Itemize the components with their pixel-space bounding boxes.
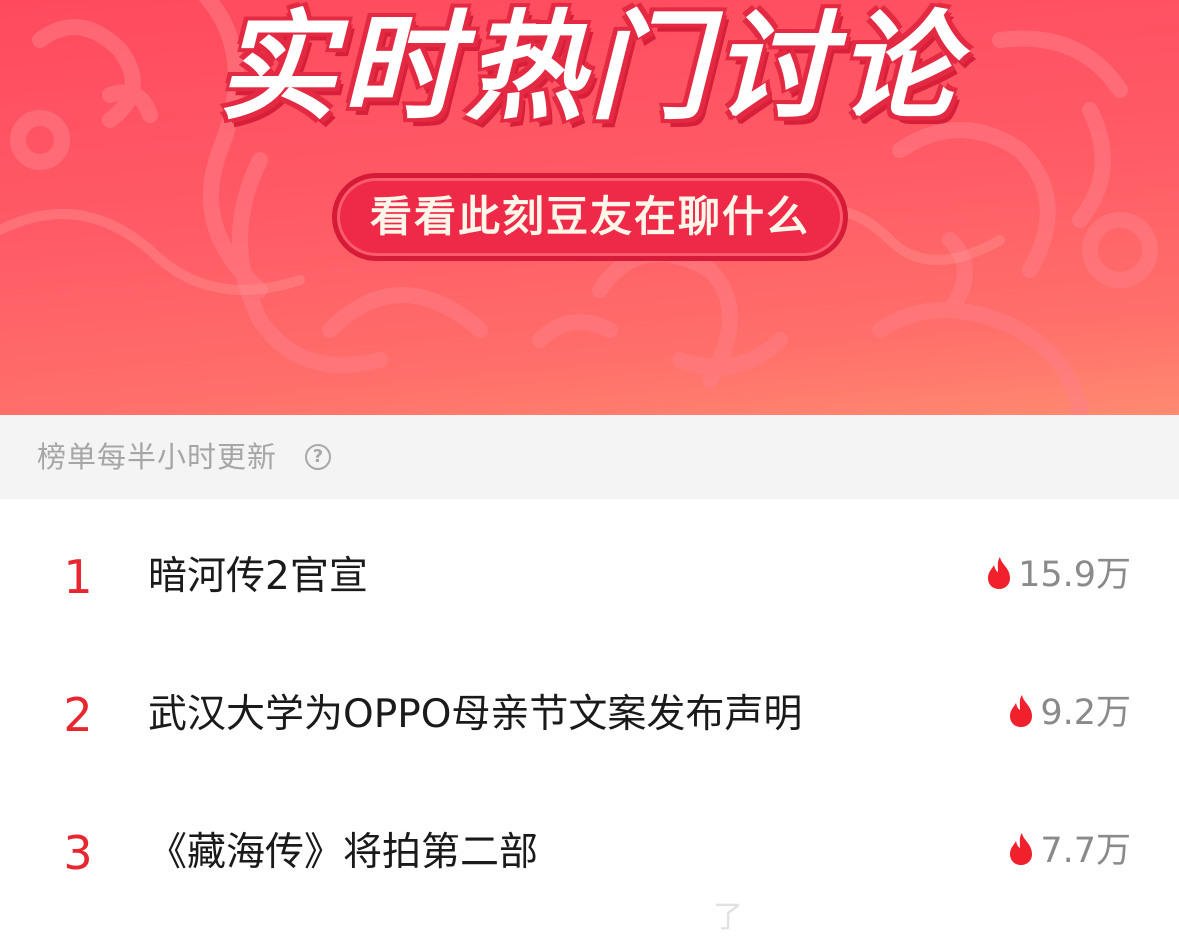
help-icon[interactable]: ? xyxy=(305,444,331,470)
topic-title[interactable]: 《藏海传》将拍第二部 xyxy=(148,823,538,883)
rank-number: 3 xyxy=(63,826,93,880)
banner-title: 实时热门讨论 xyxy=(217,0,962,136)
update-frequency-text: 榜单每半小时更新 xyxy=(37,440,278,474)
heat-value: 15.9万 xyxy=(1018,555,1131,595)
hero-banner: 实时热门讨论 看看此刻豆友在聊什么 xyxy=(0,0,1179,415)
fire-icon xyxy=(1010,833,1033,865)
fire-icon xyxy=(1010,695,1033,727)
heat-count: 7.7万 xyxy=(1008,825,1131,877)
update-info-bar: 榜单每半小时更新 xyxy=(0,415,1179,499)
heat-count: 9.2万 xyxy=(1008,687,1131,739)
watermark-text: 了 xyxy=(713,900,745,935)
topic-title[interactable]: 武汉大学为OPPO母亲节文案发布声明 xyxy=(148,685,802,745)
hot-topic-list: 1 暗河传2官宣 15.9万 2 武汉大学为OPPO母亲节文案发布声明 9.2万… xyxy=(0,499,1179,945)
hot-discussion-page: 实时热门讨论 看看此刻豆友在聊什么 榜单每半小时更新 ? 1 暗河传2官宣 15… xyxy=(0,0,1179,945)
banner-subtitle-pill: 看看此刻豆友在聊什么 xyxy=(332,173,848,261)
topic-title[interactable]: 暗河传2官宣 xyxy=(148,547,368,607)
heat-value: 9.2万 xyxy=(1040,693,1131,733)
list-item[interactable]: 1 暗河传2官宣 15.9万 xyxy=(0,499,1179,637)
list-item[interactable]: 3 《藏海传》将拍第二部 7.7万 xyxy=(0,775,1179,913)
list-item[interactable]: 2 武汉大学为OPPO母亲节文案发布声明 9.2万 xyxy=(0,637,1179,775)
rank-number: 2 xyxy=(63,688,93,742)
heat-count: 15.9万 xyxy=(986,549,1131,601)
fire-icon xyxy=(988,557,1011,589)
rank-number: 1 xyxy=(63,550,93,604)
heat-value: 7.7万 xyxy=(1040,831,1131,871)
